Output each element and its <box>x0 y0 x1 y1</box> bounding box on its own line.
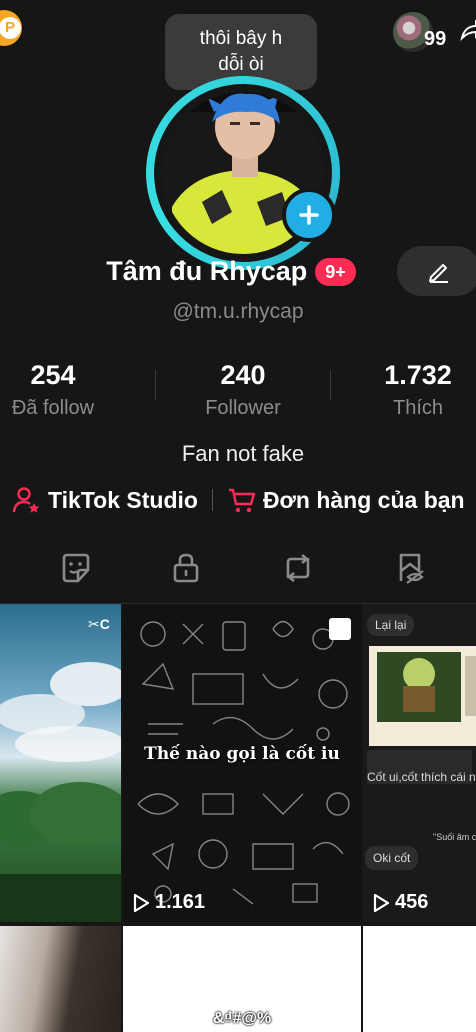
stat-following-label: Đã follow <box>11 397 95 419</box>
video-tile[interactable] <box>0 926 121 1032</box>
profile-bio: Fan not fake <box>181 441 305 466</box>
video-views-count: 456 <box>395 891 429 913</box>
video-tile[interactable] <box>363 926 476 1032</box>
chat-bubble: Lại lại <box>367 614 415 636</box>
stat-divider <box>330 370 331 400</box>
coin-icon[interactable]: P <box>0 10 22 46</box>
profile-links: TikTok Studio Đơn hàng của bạn <box>12 485 465 515</box>
status-note-line2: dỗi òi <box>218 54 264 75</box>
friends-count: 99 <box>424 28 447 50</box>
capcut-icon: ✂C <box>88 616 110 632</box>
profile-tabs <box>0 550 476 590</box>
tab-private-lock-icon[interactable] <box>168 550 204 586</box>
video-views-count: 1.161 <box>155 891 206 913</box>
stat-followers[interactable]: 240 Follower <box>168 360 318 420</box>
video-tile[interactable]: &₫#@% <box>123 926 361 1032</box>
video-tile[interactable]: Lại lại Cốt ui,cốt thích cái n Oki cốt "… <box>363 604 476 922</box>
share-icon[interactable] <box>460 20 476 42</box>
plus-icon <box>299 205 319 225</box>
stat-following-value: 254 <box>30 360 76 390</box>
chat-bubble: Cốt ui,cốt thích cái n <box>367 770 476 784</box>
stat-followers-label: Follower <box>205 397 281 419</box>
play-icon <box>373 893 389 912</box>
pencil-icon <box>429 264 448 283</box>
cart-icon <box>228 488 256 513</box>
add-story-button[interactable] <box>282 188 336 242</box>
video-views: 456 <box>373 891 428 914</box>
stat-likes[interactable]: 1.732 Thích <box>343 360 476 420</box>
multi-image-icon <box>329 618 351 640</box>
video-tile[interactable]: Thế nào gọi là cốt iu 1.161 <box>123 604 361 922</box>
stat-following[interactable]: 254 Đã follow <box>0 360 128 420</box>
video-views: 1.161 <box>133 891 205 914</box>
notification-badge[interactable]: 9+ <box>315 257 356 286</box>
chat-image <box>369 646 476 746</box>
video-tile[interactable]: ✂C <box>0 604 121 922</box>
tiktok-studio-label: TikTok Studio <box>48 486 198 513</box>
tab-repost-icon[interactable] <box>280 550 316 586</box>
orders-label: Đơn hàng của bạn <box>262 486 465 513</box>
status-note-line1: thôi bây h <box>199 28 283 49</box>
stat-divider <box>155 370 156 400</box>
video-caption: &₫#@% <box>212 1010 272 1027</box>
play-icon <box>133 893 149 912</box>
stat-followers-value: 240 <box>220 360 266 390</box>
chat-bubble: Oki cốt <box>365 846 419 870</box>
edit-profile-button[interactable] <box>397 246 476 296</box>
tab-sticker-icon[interactable] <box>58 550 94 586</box>
stat-likes-value: 1.732 <box>384 360 452 390</box>
tiktok-studio-link[interactable]: TikTok Studio <box>12 485 198 515</box>
profile-handle: @tm.u.rhycap <box>172 300 304 323</box>
person-star-icon <box>12 487 40 513</box>
profile-name: Tâm đu Rhycap <box>106 256 308 286</box>
orders-link[interactable]: Đơn hàng của bạn <box>227 485 465 515</box>
tab-favorites-hidden-icon[interactable] <box>393 550 429 586</box>
video-caption: Thế nào gọi là cốt iu <box>144 744 340 764</box>
links-divider <box>211 489 213 511</box>
stat-likes-label: Thích <box>392 397 444 419</box>
chat-caption: "Suối âm c <box>433 832 476 842</box>
